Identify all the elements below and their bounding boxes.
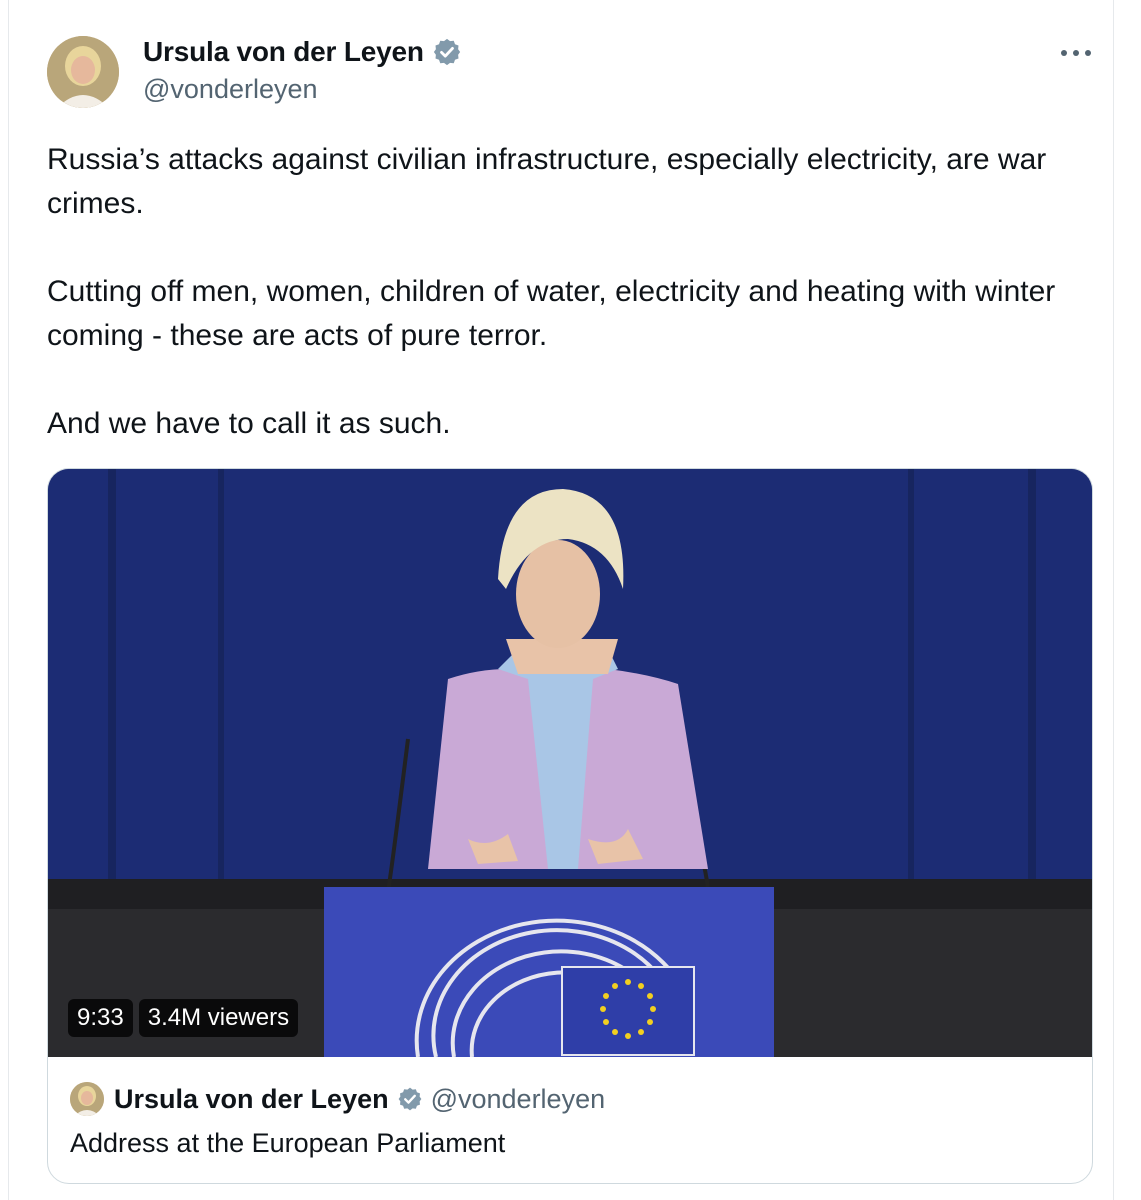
author-handle[interactable]: @vonderleyen: [143, 74, 318, 105]
author-name[interactable]: Ursula von der Leyen: [143, 36, 424, 68]
tweet-card: Ursula von der Leyen @vonderleyen Russia…: [8, 0, 1114, 1200]
more-options-icon[interactable]: [1059, 38, 1093, 68]
card-title: Address at the European Parliament: [70, 1128, 506, 1158]
video-card[interactable]: 9:33 3.4M viewers Ursula von der Leyen @…: [47, 468, 1093, 1184]
video-player[interactable]: [48, 469, 1092, 1057]
video-badges: 9:33 3.4M viewers: [68, 999, 299, 1037]
card-author-name: Ursula von der Leyen: [114, 1083, 389, 1114]
video-viewers: 3.4M viewers: [138, 999, 299, 1037]
card-footer[interactable]: Ursula von der Leyen @vonderleyen Addres…: [70, 1079, 1070, 1163]
video-duration: 9:33: [68, 999, 133, 1037]
video-thumbnail: [48, 469, 1092, 1057]
author-avatar[interactable]: [47, 36, 119, 108]
verified-badge-icon: [397, 1086, 423, 1112]
tweet-paragraph: And we have to call it as such.: [47, 407, 451, 440]
tweet-text: Russia’s attacks against civilian infras…: [47, 138, 1097, 446]
verified-badge-icon: [432, 37, 462, 67]
card-author-avatar: [70, 1082, 104, 1116]
tweet-paragraph: Cutting off men, women, children of wate…: [47, 275, 1056, 352]
card-author-handle: @vonderleyen: [430, 1083, 606, 1114]
tweet-paragraph: Russia’s attacks against civilian infras…: [47, 143, 1047, 220]
